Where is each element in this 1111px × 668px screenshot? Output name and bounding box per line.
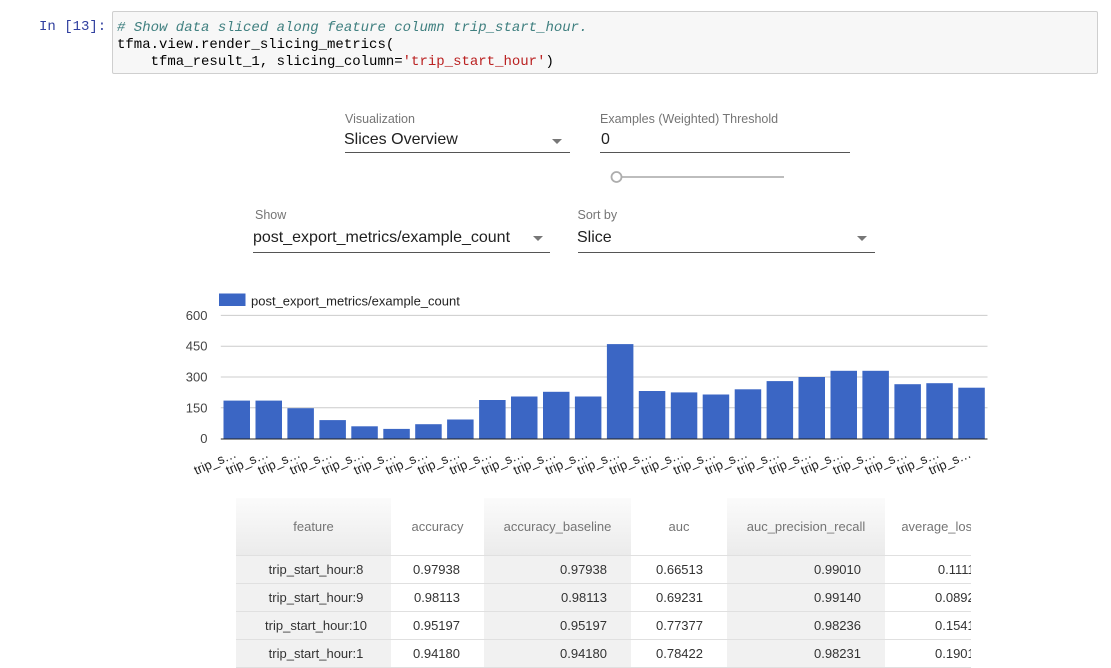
svg-text:450: 450 (186, 339, 208, 354)
svg-text:0: 0 (200, 431, 207, 446)
svg-text:150: 150 (186, 400, 208, 415)
svg-text:post_export_metrics/example_co: post_export_metrics/example_count (251, 294, 460, 309)
svg-text:600: 600 (186, 308, 208, 323)
svg-text:300: 300 (186, 370, 208, 385)
